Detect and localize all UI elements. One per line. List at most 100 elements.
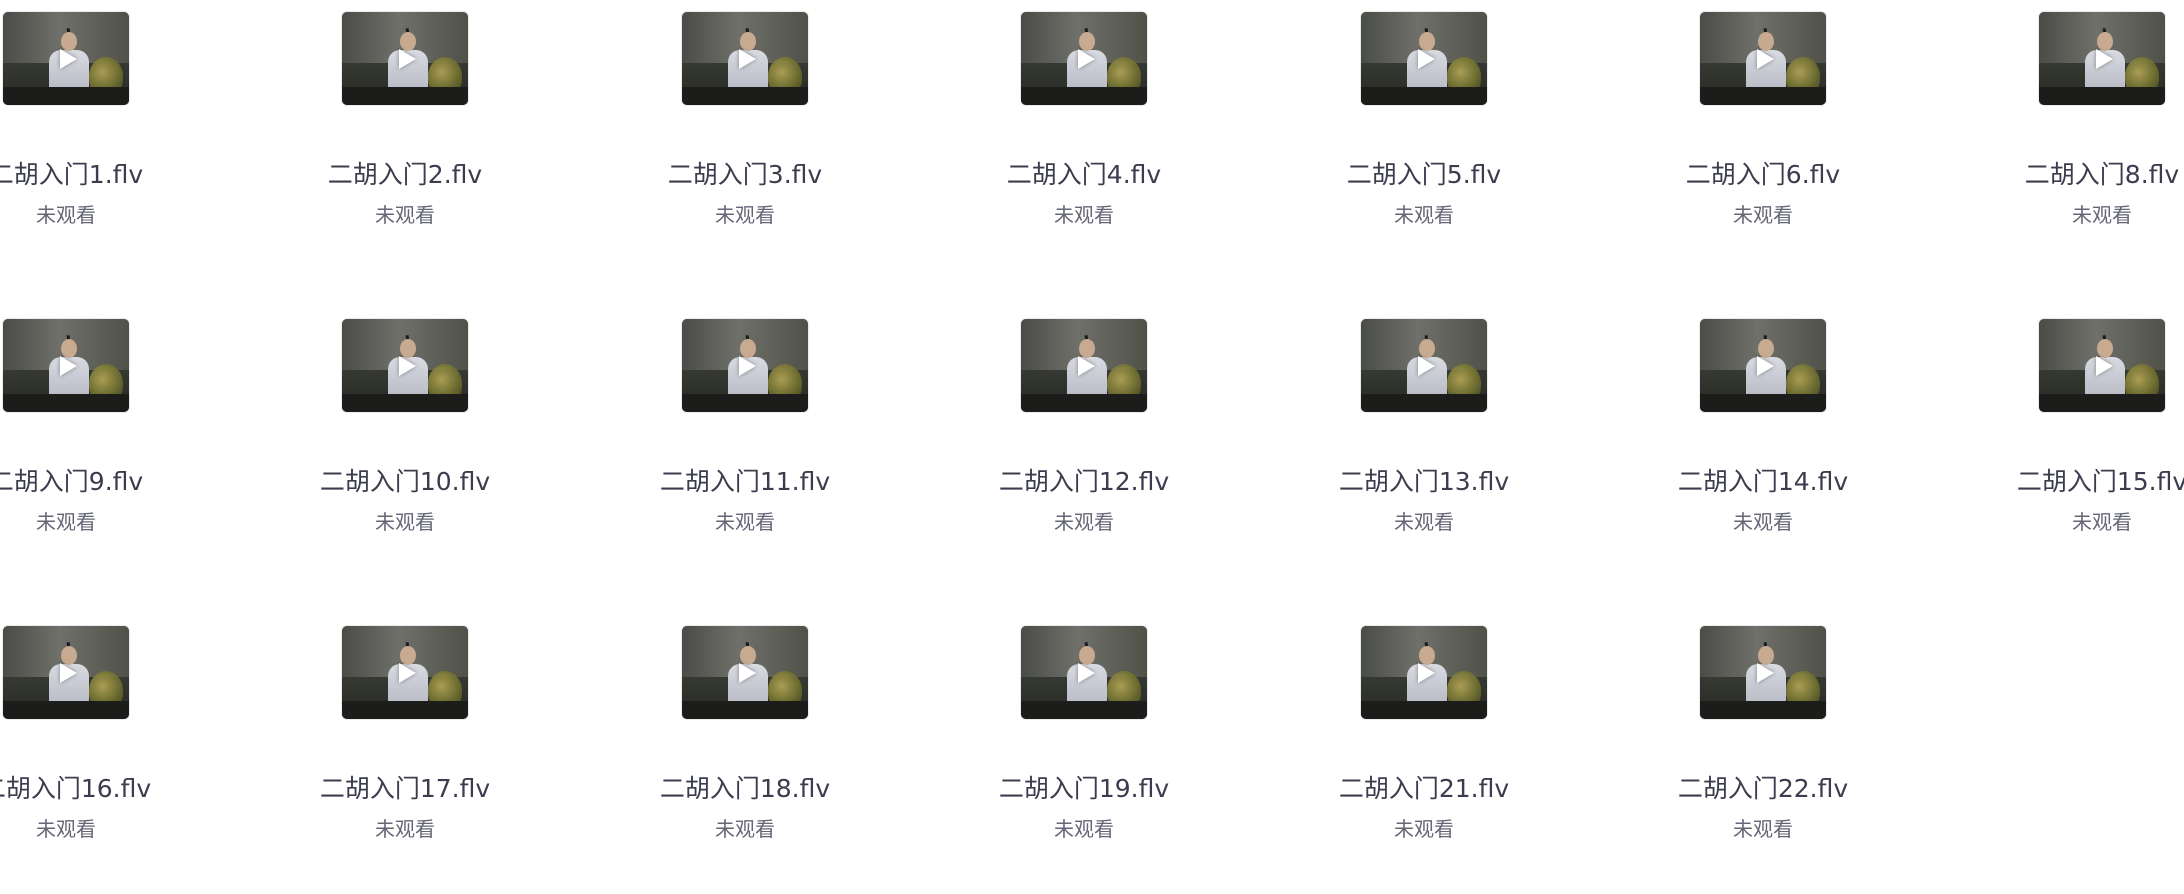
- file-name[interactable]: 二胡入门3.flv: [659, 155, 831, 195]
- watch-status: 未观看: [1394, 510, 1454, 534]
- video-thumbnail[interactable]: [1021, 626, 1147, 719]
- thumbnail-floor: [682, 394, 808, 412]
- video-file-tile[interactable]: 二胡入门12.flv 未观看: [914, 307, 1254, 540]
- video-file-tile[interactable]: 二胡入门16.flv 未观看: [0, 614, 236, 847]
- thumbnail-floor: [1361, 87, 1487, 105]
- video-thumbnail[interactable]: [3, 319, 129, 412]
- watch-status: 未观看: [2072, 203, 2132, 227]
- video-thumbnail[interactable]: [1700, 319, 1826, 412]
- file-name[interactable]: 二胡入门14.flv: [1677, 462, 1849, 502]
- watch-status: 未观看: [1394, 817, 1454, 841]
- video-file-grid: 二胡入门1.flv 未观看 二胡入门2.flv 未观看 二胡入门3.flv 未观看 二胡入门…: [0, 0, 2184, 894]
- watch-status: 未观看: [715, 817, 775, 841]
- play-icon[interactable]: [60, 48, 77, 69]
- thumbnail-floor: [1700, 87, 1826, 105]
- video-thumbnail[interactable]: [1700, 626, 1826, 719]
- video-file-tile[interactable]: 二胡入门4.flv 未观看: [914, 0, 1254, 233]
- video-file-tile[interactable]: 二胡入门1.flv 未观看: [0, 0, 236, 233]
- watch-status: 未观看: [715, 203, 775, 227]
- play-icon[interactable]: [1078, 355, 1095, 376]
- file-name[interactable]: 二胡入门2.flv: [319, 155, 491, 195]
- play-icon[interactable]: [2096, 48, 2113, 69]
- video-thumbnail[interactable]: [342, 319, 468, 412]
- play-icon[interactable]: [739, 48, 756, 69]
- play-icon[interactable]: [1757, 355, 1774, 376]
- play-icon[interactable]: [60, 355, 77, 376]
- play-icon[interactable]: [1757, 662, 1774, 683]
- play-icon[interactable]: [1418, 662, 1435, 683]
- video-file-tile[interactable]: 二胡入门21.flv 未观看: [1254, 614, 1594, 847]
- file-name[interactable]: 二胡入门17.flv: [319, 769, 491, 809]
- play-icon[interactable]: [739, 662, 756, 683]
- file-name[interactable]: 二胡入门11.flv: [659, 462, 831, 502]
- thumbnail-floor: [1021, 701, 1147, 719]
- video-file-tile[interactable]: 二胡入门18.flv 未观看: [575, 614, 915, 847]
- file-name[interactable]: 二胡入门10.flv: [319, 462, 491, 502]
- thumbnail-floor: [2039, 394, 2165, 412]
- thumbnail-floor: [3, 394, 129, 412]
- watch-status: 未观看: [715, 510, 775, 534]
- video-thumbnail[interactable]: [342, 12, 468, 105]
- play-icon[interactable]: [1078, 662, 1095, 683]
- file-name[interactable]: 二胡入门18.flv: [659, 769, 831, 809]
- play-icon[interactable]: [1418, 355, 1435, 376]
- video-file-tile[interactable]: 二胡入门19.flv 未观看: [914, 614, 1254, 847]
- video-file-tile[interactable]: 二胡入门9.flv 未观看: [0, 307, 236, 540]
- watch-status: 未观看: [1733, 817, 1793, 841]
- video-thumbnail[interactable]: [3, 12, 129, 105]
- file-name[interactable]: 二胡入门1.flv: [0, 155, 152, 195]
- play-icon[interactable]: [1078, 48, 1095, 69]
- video-file-tile[interactable]: 二胡入门13.flv 未观看: [1254, 307, 1594, 540]
- video-file-tile[interactable]: 二胡入门17.flv 未观看: [235, 614, 575, 847]
- video-thumbnail[interactable]: [3, 626, 129, 719]
- thumbnail-floor: [342, 87, 468, 105]
- video-thumbnail[interactable]: [1361, 626, 1487, 719]
- video-file-tile[interactable]: 二胡入门22.flv 未观看: [1593, 614, 1933, 847]
- file-name[interactable]: 二胡入门22.flv: [1677, 769, 1849, 809]
- file-name[interactable]: 二胡入门19.flv: [998, 769, 1170, 809]
- video-thumbnail[interactable]: [682, 626, 808, 719]
- video-thumbnail[interactable]: [2039, 12, 2165, 105]
- file-name[interactable]: 二胡入门8.flv: [2016, 155, 2184, 195]
- video-file-tile[interactable]: 二胡入门10.flv 未观看: [235, 307, 575, 540]
- video-file-tile[interactable]: 二胡入门5.flv 未观看: [1254, 0, 1594, 233]
- file-name[interactable]: 二胡入门5.flv: [1338, 155, 1510, 195]
- file-name[interactable]: 二胡入门6.flv: [1677, 155, 1849, 195]
- watch-status: 未观看: [1733, 203, 1793, 227]
- file-name[interactable]: 二胡入门12.flv: [998, 462, 1170, 502]
- video-thumbnail[interactable]: [2039, 319, 2165, 412]
- play-icon[interactable]: [399, 48, 416, 69]
- play-icon[interactable]: [60, 662, 77, 683]
- play-icon[interactable]: [1757, 48, 1774, 69]
- video-file-tile[interactable]: 二胡入门11.flv 未观看: [575, 307, 915, 540]
- watch-status: 未观看: [1054, 817, 1114, 841]
- video-thumbnail[interactable]: [342, 626, 468, 719]
- play-icon[interactable]: [739, 355, 756, 376]
- file-name[interactable]: 二胡入门16.flv: [0, 769, 152, 809]
- video-thumbnail[interactable]: [682, 319, 808, 412]
- video-thumbnail[interactable]: [1361, 12, 1487, 105]
- video-thumbnail[interactable]: [682, 12, 808, 105]
- play-icon[interactable]: [399, 355, 416, 376]
- file-name[interactable]: 二胡入门21.flv: [1338, 769, 1510, 809]
- video-file-tile[interactable]: 二胡入门2.flv 未观看: [235, 0, 575, 233]
- video-file-tile[interactable]: 二胡入门14.flv 未观看: [1593, 307, 1933, 540]
- video-thumbnail[interactable]: [1700, 12, 1826, 105]
- play-icon[interactable]: [399, 662, 416, 683]
- video-file-tile[interactable]: 二胡入门3.flv 未观看: [575, 0, 915, 233]
- watch-status: 未观看: [1733, 510, 1793, 534]
- video-thumbnail[interactable]: [1021, 12, 1147, 105]
- play-icon[interactable]: [1418, 48, 1435, 69]
- file-name[interactable]: 二胡入门13.flv: [1338, 462, 1510, 502]
- video-file-tile[interactable]: 二胡入门6.flv 未观看: [1593, 0, 1933, 233]
- video-thumbnail[interactable]: [1361, 319, 1487, 412]
- video-file-tile[interactable]: 二胡入门15.flv 未观看: [1932, 307, 2184, 540]
- video-file-tile[interactable]: 二胡入门8.flv 未观看: [1932, 0, 2184, 233]
- file-name[interactable]: 二胡入门9.flv: [0, 462, 152, 502]
- file-name[interactable]: 二胡入门4.flv: [998, 155, 1170, 195]
- thumbnail-floor: [342, 394, 468, 412]
- file-name[interactable]: 二胡入门15.flv: [2016, 462, 2184, 502]
- video-thumbnail[interactable]: [1021, 319, 1147, 412]
- play-icon[interactable]: [2096, 355, 2113, 376]
- watch-status: 未观看: [375, 817, 435, 841]
